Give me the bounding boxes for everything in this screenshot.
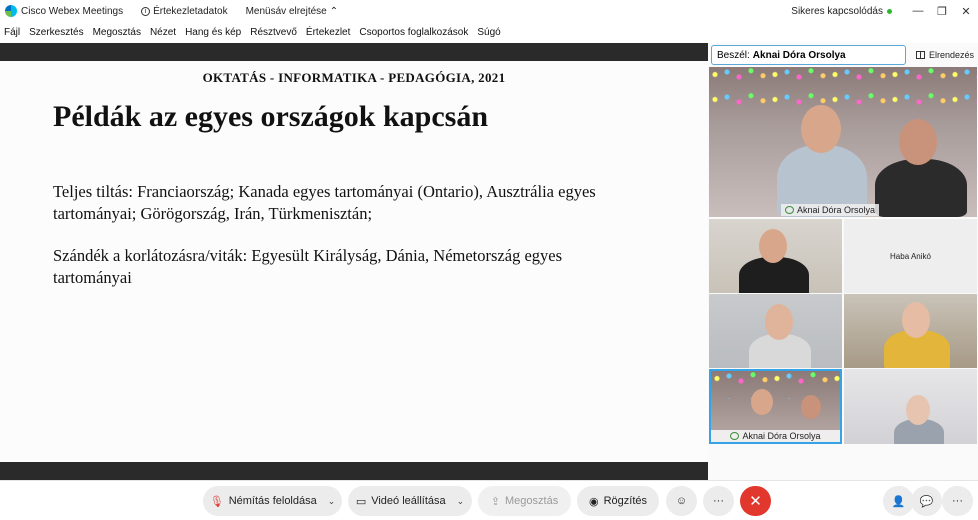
speaking-icon — [730, 432, 740, 440]
chevron-down-icon[interactable]: ⌄ — [457, 496, 465, 507]
participants-button[interactable]: 👤 — [883, 486, 914, 516]
main-tile-nameplate: Aknai Dóra Orsolya — [781, 204, 880, 216]
smiley-icon: ☺ — [675, 495, 688, 507]
slide-title: Példák az egyes országok kapcsán — [53, 100, 488, 133]
video-tile[interactable] — [844, 369, 977, 444]
speaking-icon — [785, 206, 794, 214]
share-icon: ⇪ — [490, 495, 500, 508]
menu-audio-video[interactable]: Hang és kép — [185, 27, 241, 38]
meeting-info-label: Értekezletadatok — [153, 5, 228, 17]
unmute-button[interactable]: 🎙 Némítás feloldása ⌄ — [203, 486, 342, 516]
hide-menu-button[interactable]: Menüsáv elrejtése ⌃ — [246, 6, 339, 17]
more-icon: ··· — [713, 495, 724, 507]
speaker-label: Beszél: — [717, 49, 750, 61]
muted-microphone-icon: 🎙 — [209, 495, 224, 508]
self-tile-nameplate: Aknai Dóra Orsolya — [711, 430, 840, 442]
participant-head — [899, 119, 937, 165]
layout-button[interactable]: Elrendezés — [913, 45, 976, 65]
self-tile-name: Aknai Dóra Orsolya — [742, 431, 821, 441]
reactions-button[interactable]: ☺ — [666, 486, 697, 516]
record-icon: ◉ — [588, 495, 599, 508]
chevron-up-icon: ⌃ — [329, 5, 339, 17]
status-dot-icon — [887, 8, 892, 14]
layout-label: Elrendezés — [929, 50, 975, 60]
more-options-button[interactable]: ··· — [703, 486, 734, 516]
webex-logo-icon — [5, 5, 17, 17]
title-bar: Cisco Webex Meetings i Értekezletadatok … — [0, 0, 978, 22]
string-lights-background — [711, 371, 840, 399]
meeting-controls-bar: 🎙 Némítás feloldása ⌄ ▭ Videó leállítása… — [0, 480, 978, 520]
app-title: Cisco Webex Meetings — [21, 5, 124, 17]
share-top-strip — [0, 43, 708, 61]
record-label: Rögzítés — [603, 495, 648, 507]
chat-icon: 💬 — [919, 495, 934, 508]
menu-help[interactable]: Súgó — [477, 27, 500, 38]
more-icon: ··· — [952, 495, 963, 507]
record-button[interactable]: ◉ Rögzítés — [577, 486, 659, 516]
share-bottom-strip — [0, 462, 708, 480]
presentation-slide: OKTATÁS - INFORMATIKA - PEDAGÓGIA, 2021 … — [0, 61, 708, 462]
stop-video-label: Videó leállítása — [371, 495, 446, 507]
shared-content-area: OKTATÁS - INFORMATIKA - PEDAGÓGIA, 2021 … — [0, 43, 708, 480]
layout-icon — [916, 51, 925, 59]
main-video-tile[interactable]: Aknai Dóra Orsolya — [709, 67, 977, 217]
participant-head — [759, 229, 787, 263]
share-button[interactable]: ⇪ Megosztás — [478, 486, 571, 516]
menu-meeting[interactable]: Értekezlet — [306, 27, 350, 38]
video-tile[interactable] — [844, 294, 977, 368]
menu-edit[interactable]: Szerkesztés — [29, 27, 83, 38]
menu-share[interactable]: Megosztás — [93, 27, 141, 38]
tile2-name: Haba Anikó — [890, 251, 931, 261]
more-panels-button[interactable]: ··· — [942, 486, 973, 516]
menu-participant[interactable]: Résztvevő — [250, 27, 297, 38]
menu-breakout[interactable]: Csoportos foglalkozások — [359, 27, 468, 38]
active-speaker-box: Beszél: Aknai Dóra Orsolya — [711, 45, 906, 65]
self-video-tile[interactable]: Aknai Dóra Orsolya — [709, 369, 842, 444]
connection-status: Sikeres kapcsolódás — [791, 6, 892, 17]
participant-head — [801, 105, 841, 153]
connection-status-label: Sikeres kapcsolódás — [791, 5, 883, 17]
chat-button[interactable]: 💬 — [911, 486, 942, 516]
video-panel: Beszél: Aknai Dóra Orsolya Elrendezés Ak… — [708, 43, 978, 480]
participant-head — [902, 302, 930, 338]
speaker-name: Aknai Dóra Orsolya — [752, 49, 846, 61]
chevron-down-icon[interactable]: ⌄ — [328, 496, 336, 507]
participant-head — [801, 395, 821, 419]
close-icon[interactable]: ✕ — [954, 5, 978, 18]
restore-icon[interactable]: ❐ — [930, 5, 954, 18]
share-label: Megosztás — [505, 495, 559, 507]
participant-head — [906, 395, 930, 425]
participant-head — [765, 304, 793, 340]
info-icon: i — [141, 6, 151, 16]
video-camera-icon: ▭ — [355, 495, 367, 508]
slide-header: OKTATÁS - INFORMATIKA - PEDAGÓGIA, 2021 — [202, 70, 506, 85]
menu-file[interactable]: Fájl — [4, 27, 20, 38]
leave-meeting-button[interactable]: ✕ — [740, 486, 771, 516]
minimize-icon[interactable]: — — [906, 5, 930, 17]
slide-paragraph-1: Teljes tiltás: Franciaország; Kanada egy… — [53, 182, 596, 223]
video-tile[interactable] — [709, 294, 842, 368]
close-icon: ✕ — [749, 493, 762, 510]
participant-head — [751, 389, 773, 415]
main-tile-name: Aknai Dóra Orsolya — [797, 205, 876, 215]
string-lights-background — [709, 67, 977, 117]
participants-icon: 👤 — [891, 495, 906, 508]
stop-video-button[interactable]: ▭ Videó leállítása ⌄ — [348, 486, 472, 516]
hide-menu-label: Menüsáv elrejtése — [245, 5, 327, 17]
participant-figure — [875, 159, 967, 217]
menu-view[interactable]: Nézet — [150, 27, 176, 38]
menu-bar: Fájl Szerkesztés Megosztás Nézet Hang és… — [0, 22, 978, 43]
video-tile-off[interactable]: Haba Anikó — [844, 219, 977, 293]
slide-paragraph-2: Szándék a korlátozásra/viták: Egyesült K… — [53, 246, 563, 287]
unmute-label: Némítás feloldása — [228, 495, 317, 507]
video-tile[interactable] — [709, 219, 842, 293]
meeting-info-button[interactable]: i Értekezletadatok — [141, 6, 228, 17]
